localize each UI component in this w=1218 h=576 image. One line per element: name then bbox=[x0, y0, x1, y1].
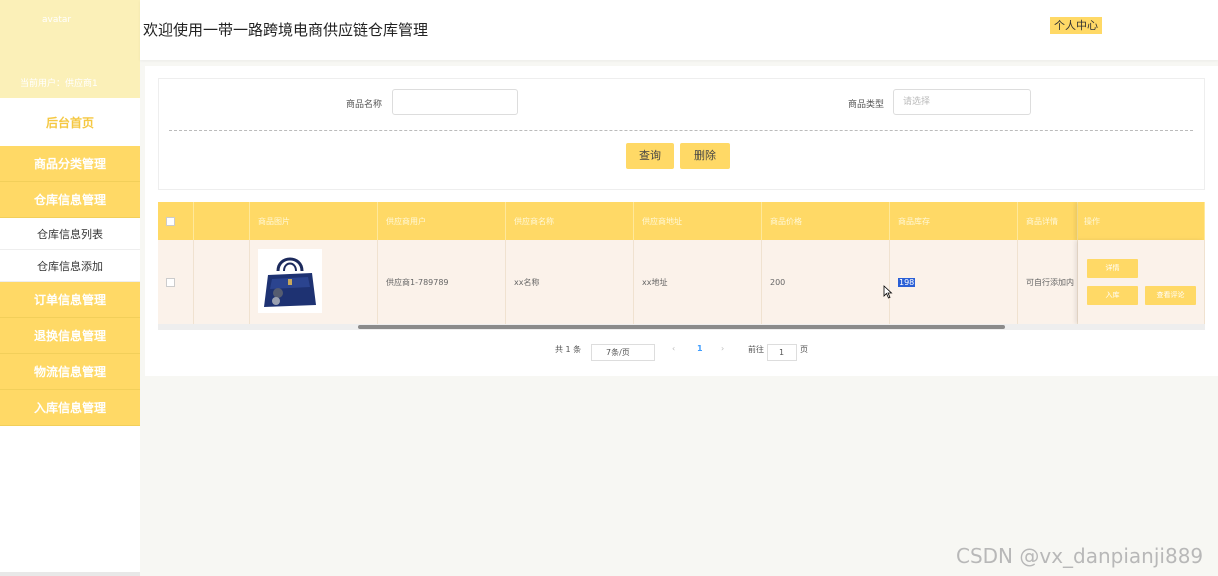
select-all-cell bbox=[158, 202, 194, 240]
query-button[interactable]: 查询 bbox=[626, 143, 674, 169]
row-supplier-address: xx地址 bbox=[634, 240, 762, 324]
table-header: 商品图片 供应商用户 供应商名称 供应商地址 商品价格 商品库存 商品详情 操作 bbox=[158, 202, 1205, 240]
header-detail: 商品详情 bbox=[1018, 202, 1078, 240]
goto-label: 前往 bbox=[748, 345, 764, 354]
page-size-select[interactable]: 7条/页 bbox=[591, 344, 655, 361]
product-type-select[interactable]: 请选择 bbox=[893, 89, 1031, 115]
watermark: CSDN @vx_danpianji889 bbox=[956, 544, 1204, 568]
profile-button[interactable]: 个人中心 bbox=[1050, 17, 1102, 34]
row-stock-cell: 198 bbox=[890, 240, 1018, 324]
data-table: 商品图片 供应商用户 供应商名称 供应商地址 商品价格 商品库存 商品详情 操作… bbox=[158, 202, 1205, 330]
header-supplier-address: 供应商地址 bbox=[634, 202, 762, 240]
row-select-cell bbox=[158, 240, 194, 324]
table-row: 供应商1-789789 xx名称 xx地址 200 198 可自行添加内 详情 … bbox=[158, 240, 1205, 324]
delete-button[interactable]: 删除 bbox=[680, 143, 730, 169]
header-price: 商品价格 bbox=[762, 202, 890, 240]
header-actions: 操作 bbox=[1078, 202, 1205, 240]
row-supplier-user: 供应商1-789789 bbox=[378, 240, 506, 324]
page-number-current[interactable]: 1 bbox=[697, 344, 703, 353]
view-comments-button[interactable]: 查看评论 bbox=[1145, 286, 1196, 305]
sidebar-subitem-warehouse-add[interactable]: 仓库信息添加 bbox=[0, 250, 140, 282]
row-stock: 198 bbox=[898, 277, 916, 287]
main-content: 商品名称 商品类型 请选择 查询 删除 商品图片 供应商用户 供应商名称 供应商… bbox=[145, 66, 1218, 376]
product-bag-image bbox=[258, 249, 322, 313]
page-suffix: 页 bbox=[800, 345, 808, 354]
sidebar-scrollbar bbox=[0, 572, 140, 576]
page-title: 欢迎使用一带一路跨境电商供应链仓库管理 bbox=[143, 21, 429, 39]
table-scrollbar-thumb[interactable] bbox=[358, 325, 1005, 329]
row-checkbox[interactable] bbox=[166, 277, 175, 287]
header-stock: 商品库存 bbox=[890, 202, 1018, 240]
next-page-icon[interactable]: › bbox=[721, 344, 724, 353]
current-user-label: 当前用户：供应商1 bbox=[20, 79, 98, 89]
sidebar-item-orders[interactable]: 订单信息管理 bbox=[0, 282, 140, 318]
pagination-total: 共 1 条 bbox=[555, 345, 582, 354]
divider bbox=[169, 130, 1193, 131]
product-name-label: 商品名称 bbox=[346, 100, 383, 110]
detail-button[interactable]: 详情 bbox=[1087, 259, 1138, 278]
prev-page-icon[interactable]: ‹ bbox=[672, 344, 675, 353]
table-scrollbar[interactable] bbox=[158, 324, 1205, 330]
sidebar-header: avatar 当前用户：供应商1 bbox=[0, 0, 140, 98]
product-name-input[interactable] bbox=[392, 89, 518, 115]
goto-page-input[interactable]: 1 bbox=[767, 344, 797, 361]
sidebar-item-home[interactable]: 后台首页 bbox=[0, 98, 140, 146]
product-type-label: 商品类型 bbox=[848, 100, 885, 110]
row-index bbox=[194, 240, 250, 324]
sidebar-item-product-category[interactable]: 商品分类管理 bbox=[0, 146, 140, 182]
top-header: 欢迎使用一带一路跨境电商供应链仓库管理 个人中心 bbox=[140, 0, 1218, 60]
sidebar-item-inbound[interactable]: 入库信息管理 bbox=[0, 390, 140, 426]
header-index bbox=[194, 202, 250, 240]
mouse-cursor-icon bbox=[883, 285, 893, 299]
header-supplier-user: 供应商用户 bbox=[378, 202, 506, 240]
header-supplier-name: 供应商名称 bbox=[506, 202, 634, 240]
sidebar-item-logistics[interactable]: 物流信息管理 bbox=[0, 354, 140, 390]
sidebar-item-warehouse[interactable]: 仓库信息管理 bbox=[0, 182, 140, 218]
sidebar-item-returns[interactable]: 退换信息管理 bbox=[0, 318, 140, 354]
inbound-button[interactable]: 入库 bbox=[1087, 286, 1138, 305]
search-panel: 商品名称 商品类型 请选择 查询 删除 bbox=[158, 78, 1205, 190]
avatar[interactable]: avatar bbox=[42, 15, 71, 25]
row-detail: 可自行添加内 bbox=[1018, 240, 1078, 324]
sidebar: avatar 当前用户：供应商1 后台首页 商品分类管理 仓库信息管理 仓库信息… bbox=[0, 0, 140, 576]
row-price: 200 bbox=[762, 240, 890, 324]
header-image: 商品图片 bbox=[250, 202, 378, 240]
row-supplier-name: xx名称 bbox=[506, 240, 634, 324]
select-all-checkbox[interactable] bbox=[166, 216, 175, 226]
sidebar-subitem-warehouse-list[interactable]: 仓库信息列表 bbox=[0, 218, 140, 250]
row-actions-cell bbox=[1078, 240, 1205, 324]
